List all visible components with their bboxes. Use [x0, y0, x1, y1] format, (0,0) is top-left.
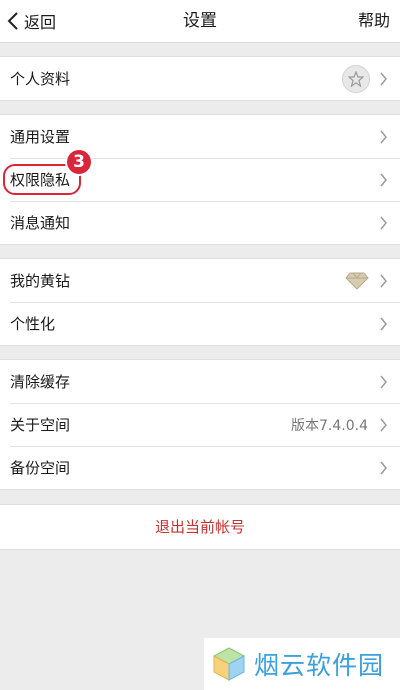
help-button[interactable]: 帮助	[358, 0, 390, 42]
chevron-right-icon	[380, 216, 387, 229]
chevron-right-icon	[380, 317, 387, 330]
watermark-text: 烟云软件园	[254, 651, 385, 680]
vip-group: 我的黄钻 个性化	[0, 258, 400, 346]
step-number-badge: 3	[67, 150, 91, 174]
row-yellow-diamond[interactable]: 我的黄钻	[0, 259, 400, 302]
profile-group: 个人资料	[0, 56, 400, 101]
row-about-space[interactable]: 关于空间 版本7.4.0.4	[0, 403, 400, 446]
row-label: 通用设置	[10, 128, 71, 146]
row-permission-privacy[interactable]: 权限隐私 3	[0, 150, 400, 201]
chevron-right-icon	[380, 461, 387, 474]
chevron-right-icon	[380, 130, 387, 143]
logout-button[interactable]: 退出当前帐号	[0, 504, 400, 550]
star-icon	[342, 64, 370, 93]
row-label: 关于空间	[10, 416, 71, 434]
general-group: 通用设置 权限隐私 3 消息通知	[0, 114, 400, 245]
row-label: 个性化	[10, 315, 56, 333]
diamond-icon	[345, 272, 369, 290]
watermark: 烟云软件园	[204, 638, 400, 690]
nav-bar: 返回 设置 帮助	[0, 0, 400, 43]
row-message-notification[interactable]: 消息通知	[0, 201, 400, 244]
version-text: 版本7.4.0.4	[291, 417, 368, 434]
chevron-right-icon	[380, 274, 387, 287]
row-general-settings[interactable]: 通用设置	[0, 115, 400, 158]
chevron-right-icon	[380, 173, 387, 186]
row-label: 我的黄钻	[10, 272, 71, 290]
chevron-right-icon	[380, 418, 387, 431]
row-personal-profile[interactable]: 个人资料	[0, 57, 400, 100]
row-clear-cache[interactable]: 清除缓存	[0, 360, 400, 403]
storage-group: 清除缓存 关于空间 版本7.4.0.4 备份空间	[0, 359, 400, 490]
cube-logo	[212, 647, 246, 681]
row-label: 消息通知	[10, 214, 71, 232]
page-title: 设置	[183, 11, 217, 31]
chevron-right-icon	[380, 72, 387, 85]
row-backup-space[interactable]: 备份空间	[0, 446, 400, 489]
row-label: 个人资料	[10, 70, 71, 88]
row-label: 备份空间	[10, 459, 71, 477]
row-personalization[interactable]: 个性化	[0, 302, 400, 345]
row-label: 清除缓存	[10, 373, 71, 391]
chevron-right-icon	[380, 375, 387, 388]
